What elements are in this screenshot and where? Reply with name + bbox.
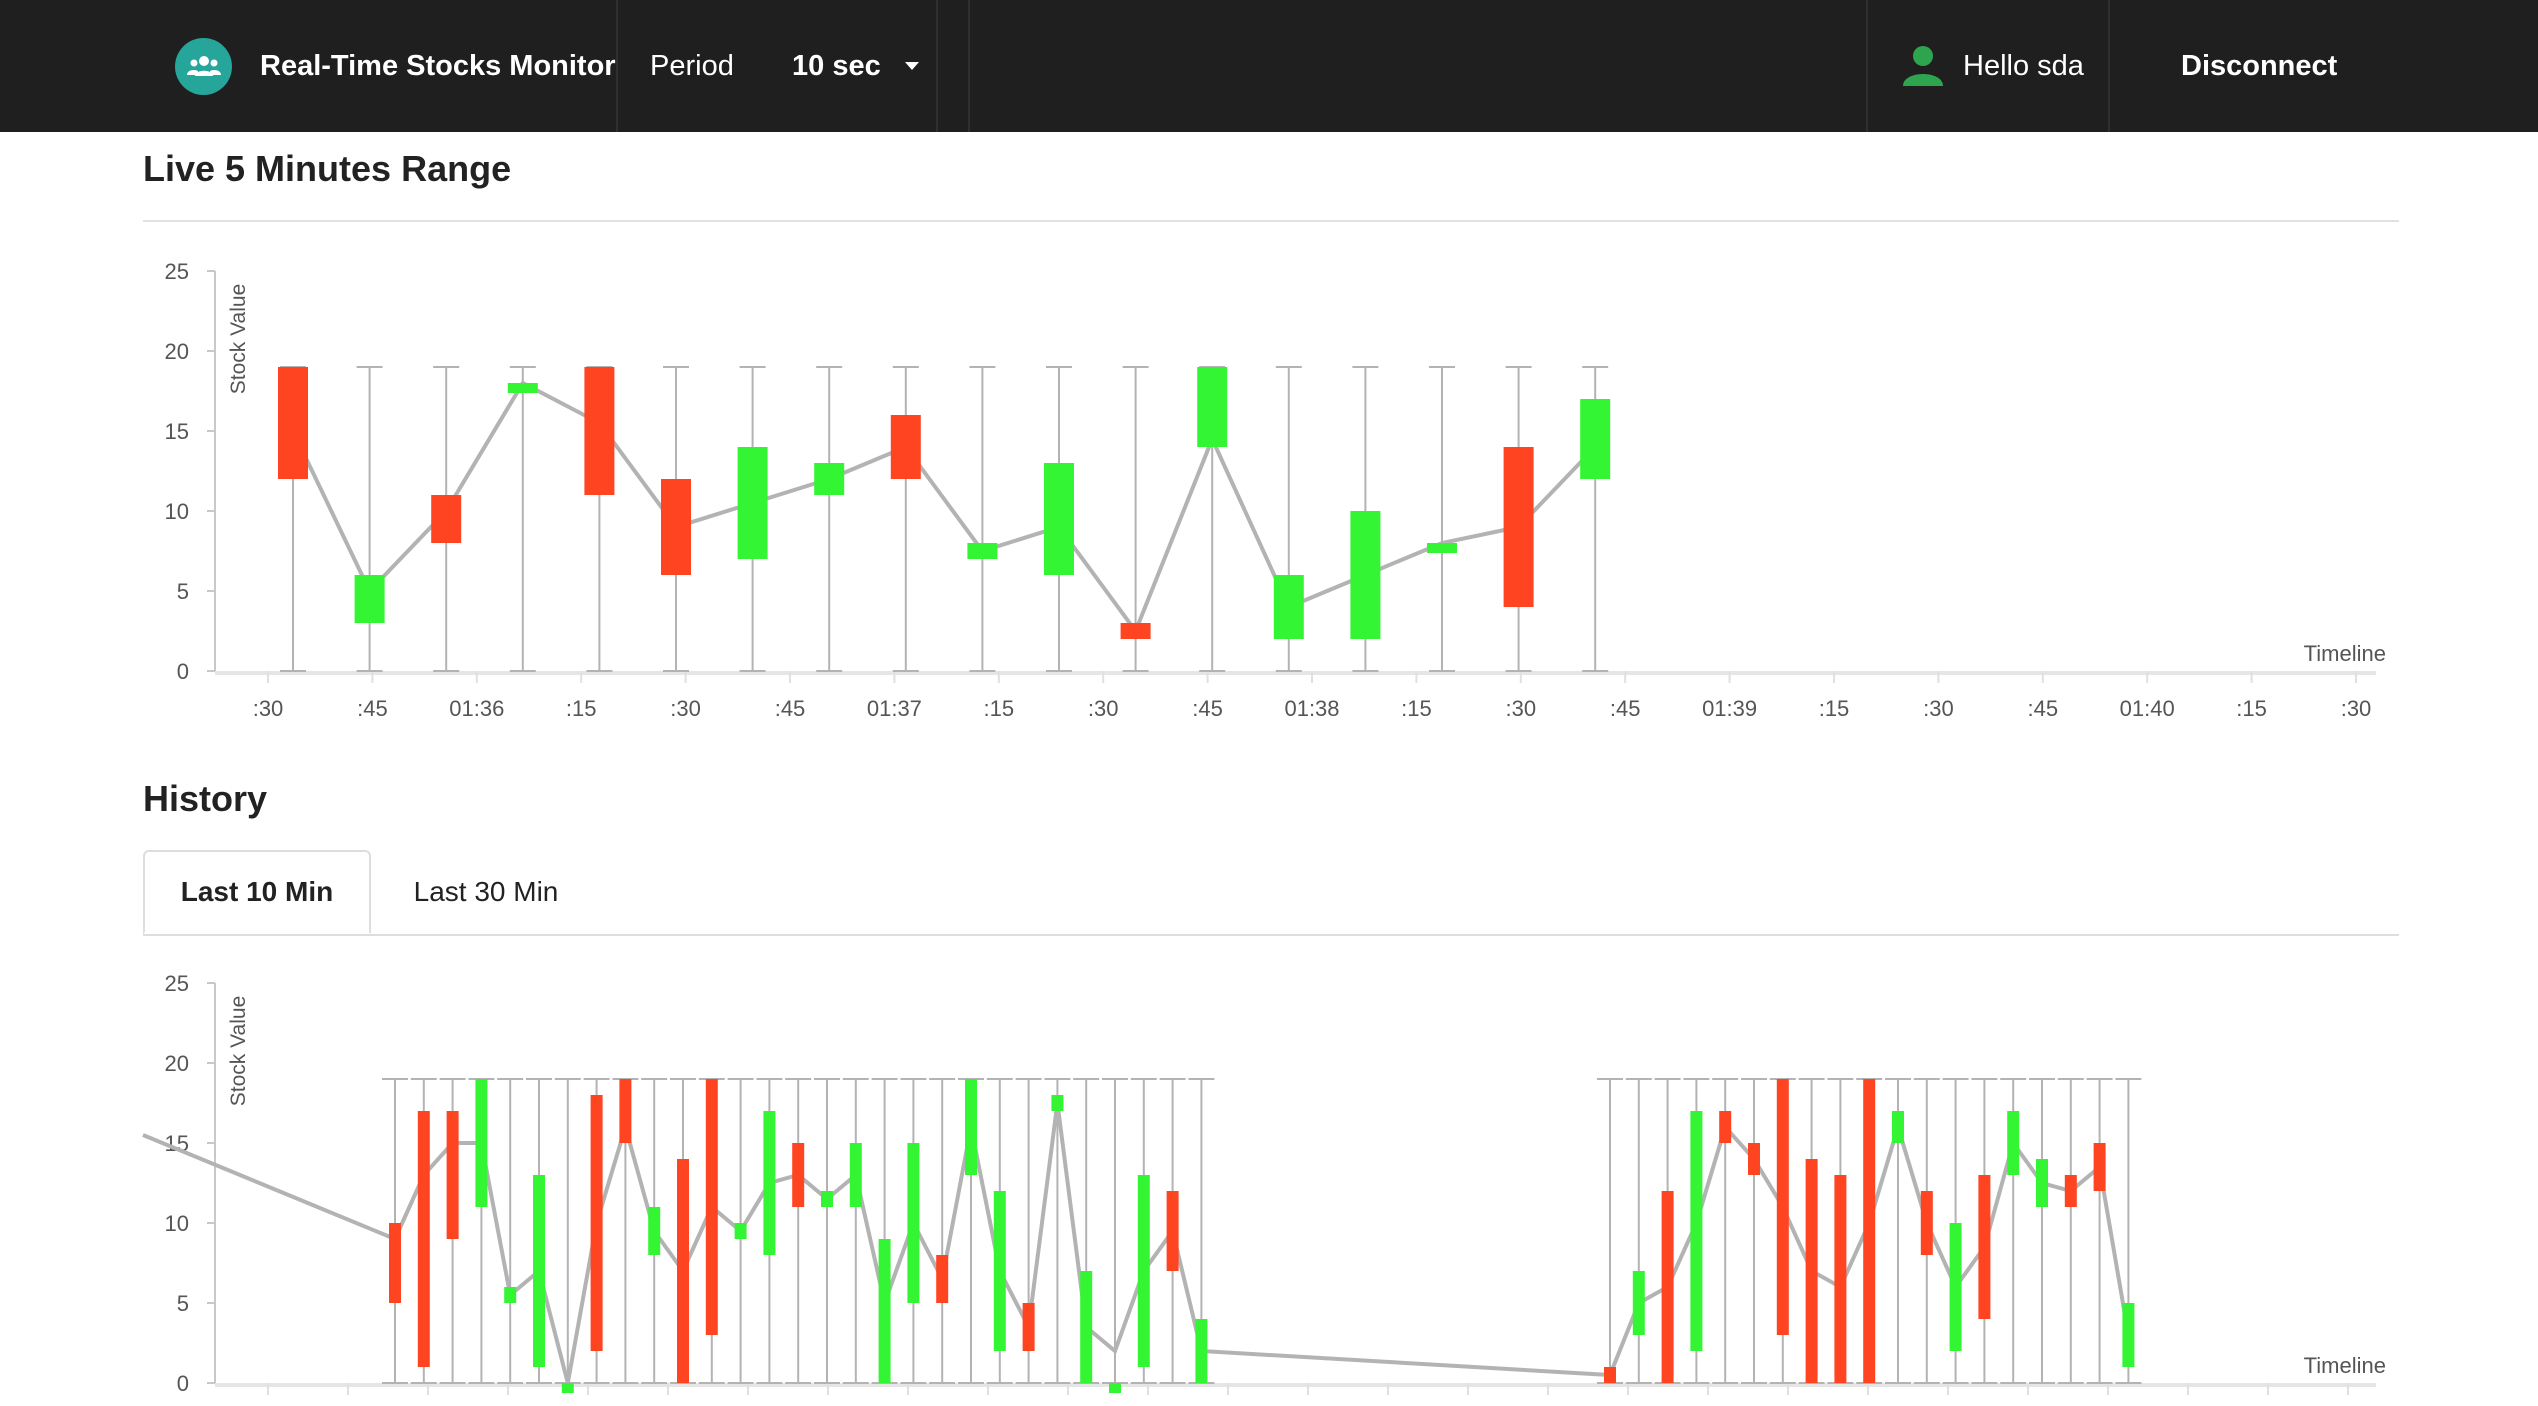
candle-body-down [1022,1303,1035,1351]
candle-body-down [1834,1175,1847,1383]
candle-body-down [1166,1191,1179,1271]
y-tick-label: 5 [177,1291,189,1316]
x-axis-label: Timeline [2304,1353,2386,1378]
candle-body-down [1719,1111,1732,1143]
candle-body-up [1080,1271,1093,1383]
candle-body-down [1661,1191,1674,1383]
candle-body-down [619,1079,632,1143]
candle-body-down [1776,1079,1789,1335]
candle-body-down [1920,1191,1933,1255]
candle-body-up [878,1239,891,1383]
candle-body-down [1978,1175,1991,1319]
candle-body-down [417,1111,430,1367]
candle-body-up [734,1223,747,1239]
candle-body-up [763,1111,776,1255]
candle-body-up [533,1175,545,1367]
y-tick-label: 20 [165,1051,189,1076]
candle-body-down [590,1095,603,1351]
candle-body-down [705,1079,718,1335]
candle-body-up [907,1143,920,1303]
candle-body-up [849,1143,862,1207]
candle-body-up [1690,1111,1703,1351]
history-chart: 0510152025Stock ValueTimeline [142,971,2386,1396]
candle-body-up [475,1079,488,1207]
candle-body-up [648,1207,661,1255]
candle-body-down [677,1159,689,1383]
candle-body-up [965,1079,977,1175]
y-axis-label: Stock Value [227,996,250,1107]
candle-body-down [936,1255,949,1303]
candle-body-up [2122,1303,2135,1367]
candle-body-up [2036,1159,2048,1207]
candle-body-up [561,1383,574,1393]
candle-body-down [1805,1159,1818,1383]
candle-body-up [821,1191,833,1207]
y-tick-label: 10 [165,1211,189,1236]
candle-body-down [1748,1143,1760,1175]
candle-body-up [1109,1383,1121,1393]
candle-body-up [1051,1095,1064,1111]
candle-body-up [2007,1111,2020,1175]
candle-body-up [1137,1175,1150,1367]
y-tick-label: 25 [165,971,189,996]
candle-body-up [1892,1111,1904,1143]
candle-body-up [1949,1223,1962,1351]
candle-body-up [1632,1271,1645,1335]
candle-body-down [2064,1175,2077,1207]
candle-body-down [2093,1143,2106,1191]
candle-body-up [504,1287,517,1303]
candle-body-down [792,1143,805,1207]
candle-body-down [1863,1079,1876,1383]
candle-body-down [446,1111,459,1239]
candle-body-up [993,1191,1006,1351]
candle-body-down [389,1223,401,1303]
y-tick-label: 0 [177,1371,189,1396]
candle-body-up [1195,1319,1208,1383]
average-line [142,1102,2131,1384]
candle-body-down [1604,1367,1616,1383]
